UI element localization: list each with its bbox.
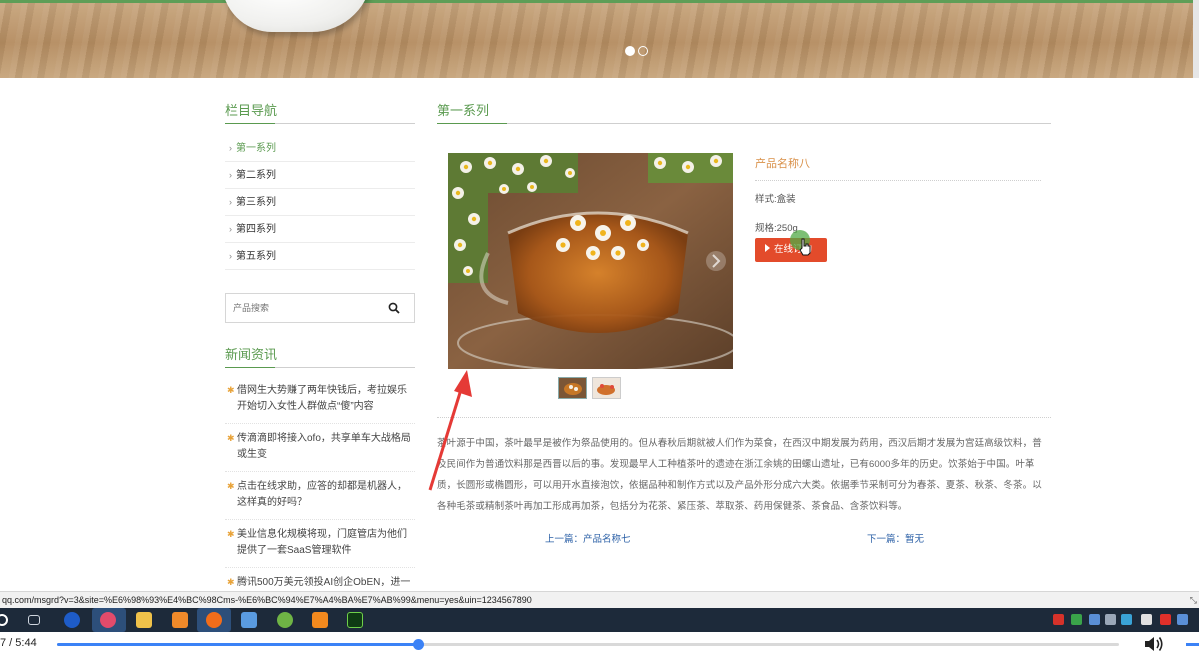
category-item[interactable]: › 第三系列 (225, 189, 415, 216)
file-explorer-icon[interactable] (136, 612, 152, 628)
sidebar: 栏目导航 ›第一系列 ›第二系列 ›第三系列 ›第四系列 ›第五系列 新闻资讯 … (225, 100, 415, 616)
main-content: 第一系列 产品名称八 样式:盒装 规格:250g 在线订购 茶叶源于中国，茶叶最… (437, 100, 1051, 545)
app-icon[interactable] (172, 612, 188, 628)
tray-icon[interactable] (1141, 614, 1152, 625)
annotation-arrow (428, 370, 472, 491)
category-item[interactable]: › 第一系列 (225, 135, 415, 162)
category-item[interactable]: › 第四系列 (225, 216, 415, 243)
resize-grip-icon: ⤡ (1189, 595, 1197, 605)
prev-article-link[interactable]: 上一篇：产品名称七 (545, 531, 631, 545)
next-article-link[interactable]: 下一篇：暂无 (867, 531, 924, 545)
browser-status-bar: qq.com/msgrd?v=3&site=%E6%98%93%E4%BC%98… (0, 591, 1199, 608)
browser-icon[interactable] (100, 612, 116, 628)
category-list: › 第一系列 › 第二系列 › 第三系列 › 第四系列 › 第五系列 (225, 135, 415, 270)
task-view-icon[interactable] (28, 615, 40, 625)
news-item[interactable]: ✱ 美业信息化规模将现，门庭管店为他们提供了一套SaaS管理软件 (225, 520, 415, 568)
play-triangle-icon (765, 244, 770, 252)
video-seek-bar[interactable] (57, 639, 1119, 650)
product-image[interactable] (448, 153, 733, 369)
news-section-title: 新闻资讯 (225, 344, 415, 368)
video-controls: 7 / 5:44 (0, 632, 1199, 662)
video-seek-knob[interactable] (413, 639, 425, 650)
tray-icon[interactable] (1089, 614, 1100, 625)
video-progress-fill (57, 643, 419, 646)
volume-level-bar[interactable] (1186, 643, 1199, 646)
search-input[interactable] (226, 294, 376, 322)
app-icon[interactable] (277, 612, 293, 628)
ie-browser-icon[interactable] (206, 612, 222, 628)
tray-icon[interactable] (1071, 614, 1082, 625)
banner-slider (0, 0, 1199, 78)
news-item[interactable]: ✱ 点击在线求助，应答的却都是机器人，这样真的好吗？ (225, 472, 415, 520)
product-style: 样式:盒装 (755, 194, 796, 205)
search-icon[interactable] (388, 302, 400, 314)
product-search-box (225, 293, 415, 323)
product-description: 茶叶源于中国，茶叶最早是被作为祭品使用的。但从春秋后期就被人们作为菜食，在西汉中… (437, 438, 1042, 512)
tray-icon[interactable] (1160, 614, 1171, 625)
video-time: 7 / 5:44 (0, 637, 37, 649)
news-list: ✱ 借网生大势赚了两年快钱后，考拉娱乐开始切入女性人群做点“傻”内容 ✱ 传滴滴即将… (225, 376, 415, 616)
hand-cursor-icon (799, 238, 811, 256)
tray-icon[interactable] (1105, 614, 1116, 625)
category-item[interactable]: › 第五系列 (225, 243, 415, 270)
slider-dots (625, 46, 648, 56)
volume-icon[interactable] (1143, 634, 1165, 654)
slider-dot-2[interactable] (638, 46, 648, 56)
dreamweaver-icon[interactable] (347, 612, 363, 628)
news-item[interactable]: ✱ 借网生大势赚了两年快钱后，考拉娱乐开始切入女性人群做点“傻”内容 (225, 376, 415, 424)
sidebar-nav-title: 栏目导航 (225, 100, 415, 124)
product-info: 产品名称八 样式:盒装 规格:250g 在线订购 (755, 153, 1041, 262)
tray-icon[interactable] (1121, 614, 1132, 625)
status-url: qq.com/msgrd?v=3&site=%E6%98%93%E4%BC%98… (2, 595, 532, 605)
slider-dot-1[interactable] (625, 46, 635, 56)
app-icon[interactable] (312, 612, 328, 628)
product-thumbnail[interactable] (558, 377, 587, 399)
tray-icon[interactable] (1053, 614, 1064, 625)
tray-icon[interactable] (1177, 614, 1188, 625)
product-name: 产品名称八 (755, 153, 1041, 181)
app-icon[interactable] (241, 612, 257, 628)
os-taskbar (0, 608, 1199, 632)
category-item[interactable]: › 第二系列 (225, 162, 415, 189)
news-item[interactable]: ✱ 传滴滴即将接入ofo，共享单车大战格局或生变 (225, 424, 415, 472)
product-thumbnail[interactable] (592, 377, 621, 399)
page-title: 第一系列 (437, 100, 1051, 124)
product-thumbnails (558, 377, 621, 399)
media-player-icon[interactable] (64, 612, 80, 628)
search-taskbar-icon[interactable] (0, 614, 8, 626)
